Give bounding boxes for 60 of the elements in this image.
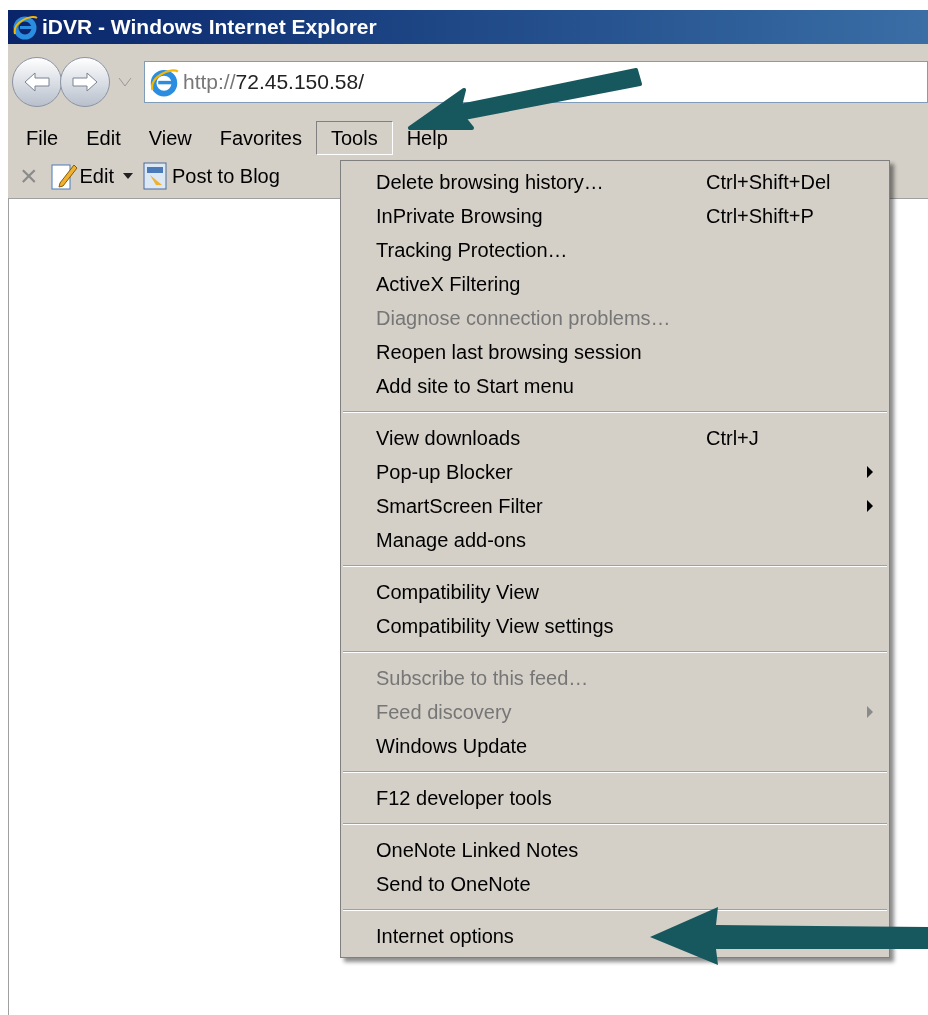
address-field[interactable]: http://72.45.150.58/ <box>144 61 928 103</box>
menu-item-label: Diagnose connection problems… <box>376 306 671 331</box>
menu-item-label: Compatibility View <box>376 580 540 605</box>
menu-bar-item[interactable]: File <box>12 121 73 155</box>
right-arrow-icon <box>71 71 99 93</box>
menu-item[interactable]: Tracking Protection… <box>341 233 889 267</box>
caret-icon[interactable] <box>122 172 134 180</box>
menu-bar-item[interactable]: Favorites <box>205 121 316 155</box>
menu-item-label: Subscribe to this feed… <box>376 666 589 691</box>
shortcut-label: Ctrl+Shift+P <box>706 204 814 229</box>
menu-item-label: Add site to Start menu <box>376 374 574 399</box>
menu-item[interactable]: Compatibility View settings <box>341 609 889 643</box>
menu-item[interactable]: Manage add-ons <box>341 523 889 557</box>
menu-item[interactable]: Compatibility View <box>341 575 889 609</box>
menu-item-label: F12 developer tools <box>376 786 552 811</box>
shortcut-label: Ctrl+J <box>706 426 759 451</box>
menu-item-label: Feed discovery <box>376 700 512 725</box>
menu-bar-item[interactable]: View <box>134 121 206 155</box>
menu-item-label: View downloads <box>376 426 521 451</box>
back-button[interactable] <box>12 57 62 107</box>
dropdown-icon[interactable] <box>118 77 132 87</box>
window-title: iDVR - Windows Internet Explorer <box>42 14 377 41</box>
menu-item-label: Tracking Protection… <box>376 238 568 263</box>
menu-item[interactable]: InPrivate Browsing Ctrl+Shift+P <box>341 199 889 233</box>
menu-item[interactable]: Send to OneNote <box>341 867 889 901</box>
menu-item-label: Delete browsing history… <box>376 170 604 195</box>
menu-item-label: SmartScreen Filter <box>376 494 543 519</box>
menu-bar-item[interactable]: Edit <box>72 121 135 155</box>
menu-item[interactable]: ActiveX Filtering <box>341 267 889 301</box>
menu-item-label: Send to OneNote <box>376 872 531 897</box>
menu-item[interactable]: SmartScreen Filter <box>341 489 889 523</box>
menu-item[interactable]: Add site to Start menu <box>341 369 889 403</box>
menu-item[interactable]: View downloads Ctrl+J <box>341 421 889 455</box>
post-to-blog-button[interactable]: Post to Blog <box>142 161 280 191</box>
menu-item-label: Pop-up Blocker <box>376 460 513 485</box>
menu-item[interactable]: Delete browsing history… Ctrl+Shift+Del <box>341 165 889 199</box>
menu-bar-item[interactable]: Tools <box>315 121 393 155</box>
menu-item-label: OneNote Linked Notes <box>376 838 579 863</box>
forward-button[interactable] <box>60 57 110 107</box>
menu-item-label: Windows Update <box>376 734 528 759</box>
left-arrow-icon <box>23 71 51 93</box>
browser-logo-icon <box>149 67 179 97</box>
menu-item-label: Manage add-ons <box>376 528 527 553</box>
menu-item[interactable]: Windows Update <box>341 729 889 763</box>
pencil-page-icon <box>49 161 78 191</box>
shortcut-label: Ctrl+Shift+Del <box>706 170 831 195</box>
edit-button[interactable]: Edit <box>49 161 114 191</box>
menu-item-label: Reopen last browsing session <box>376 340 642 365</box>
browser-logo-icon <box>12 14 38 40</box>
menu-item[interactable]: F12 developer tools <box>341 781 889 815</box>
menu-item-label: InPrivate Browsing <box>376 204 543 229</box>
menu-item-label: Compatibility View settings <box>376 614 614 639</box>
blog-page-icon <box>142 161 170 191</box>
url-scheme: http:// <box>183 69 236 96</box>
url-host: 72.45.150.58/ <box>235 69 364 96</box>
menu-item[interactable]: OneNote Linked Notes <box>341 833 889 867</box>
menu-item[interactable]: Pop-up Blocker <box>341 455 889 489</box>
menu-item-label: Internet options <box>376 924 514 949</box>
menu-item[interactable]: Reopen last browsing session <box>341 335 889 369</box>
menu-item-label: ActiveX Filtering <box>376 272 521 297</box>
